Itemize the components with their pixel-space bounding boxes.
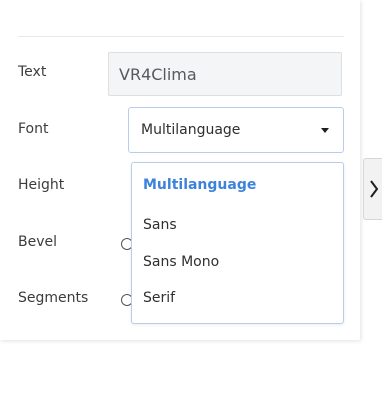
font-option-serif[interactable]: Serif [143,290,175,306]
font-select-value: Multilanguage [141,122,241,138]
panel-divider [18,36,344,37]
properties-panel: Text VR4Clima Font Multilanguage Height … [0,0,360,340]
bevel-label: Bevel [18,234,58,250]
font-label: Font [18,121,49,137]
caret-down-icon [321,127,329,133]
font-select[interactable]: Multilanguage [128,107,344,153]
font-dropdown-menu: Multilanguage Sans Sans Mono Serif [131,162,344,324]
height-label: Height [18,177,65,193]
segments-label: Segments [18,290,89,306]
text-input[interactable]: VR4Clima [108,52,342,96]
font-option-multilanguage[interactable]: Multilanguage [143,177,256,193]
font-option-sans-mono[interactable]: Sans Mono [143,254,219,270]
text-input-value: VR4Clima [119,64,197,84]
text-label: Text [18,64,47,80]
font-option-sans[interactable]: Sans [143,217,177,233]
chevron-right-icon [369,179,379,199]
side-panel-toggle[interactable] [363,158,382,220]
